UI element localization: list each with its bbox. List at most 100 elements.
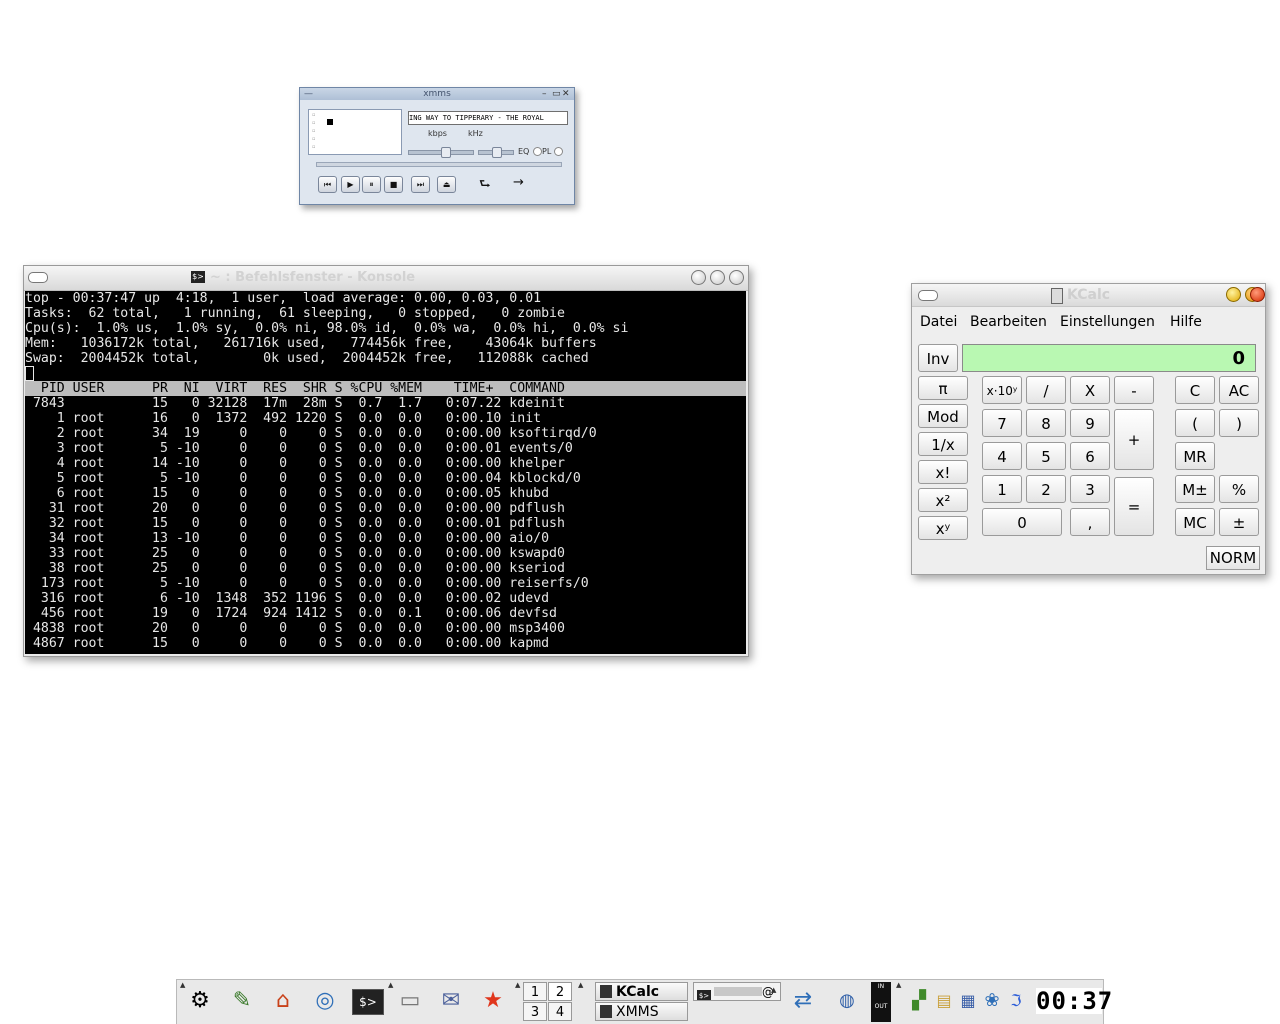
menu-datei[interactable]: Datei — [920, 314, 957, 330]
kcalc-close-button[interactable] — [1250, 287, 1265, 302]
window-menu-button[interactable] — [918, 290, 938, 301]
all-clear-button[interactable]: AC — [1219, 376, 1259, 404]
memory-recall-button[interactable]: MR — [1175, 442, 1215, 470]
four-button[interactable]: 4 — [982, 442, 1022, 470]
previous-button[interactable]: ⏮ — [318, 176, 337, 193]
eight-button[interactable]: 8 — [1026, 409, 1066, 437]
audio-level-icon[interactable]: IN OUT — [871, 982, 891, 1022]
visualizer[interactable]: ▫ ▫ ▫ ▫ ▫ — [308, 109, 402, 155]
panel-clock[interactable]: 00:37 — [1036, 988, 1112, 1014]
task-konsole[interactable]: $> @ — [693, 982, 781, 1001]
multiply-button[interactable]: X — [1070, 376, 1110, 404]
terminal-output[interactable]: top - 00:37:47 up 4:18, 1 user, load ave… — [25, 291, 746, 654]
pager-desktop-3[interactable]: 3 — [523, 1002, 547, 1021]
plus-button[interactable]: + — [1114, 409, 1154, 470]
konqueror-icon[interactable]: ◎ — [310, 986, 340, 1016]
panel-arrow-icon[interactable]: ▲ — [578, 981, 583, 989]
two-button[interactable]: 2 — [1026, 475, 1066, 503]
konsole-titlebar[interactable]: $> ~ : Befehlsfenster - Konsole — [24, 266, 748, 291]
menu-hilfe[interactable]: Hilfe — [1170, 314, 1202, 330]
panel-arrow-icon[interactable]: ▲ — [388, 981, 393, 989]
top-summary-line: top - 00:37:47 up 4:18, 1 user, load ave… — [25, 291, 542, 306]
pl-toggle[interactable] — [554, 147, 563, 156]
balance-knob[interactable] — [492, 147, 502, 158]
repeat-icon[interactable]: → — [513, 175, 524, 190]
close-button[interactable] — [729, 270, 744, 285]
kcalc-titlebar[interactable]: KCalc — [912, 284, 1265, 307]
konsole-window[interactable]: $> ~ : Befehlsfenster - Konsole top - 00… — [23, 265, 749, 657]
home-icon[interactable]: ⌂ — [268, 986, 298, 1016]
minimize-icon[interactable]: – — [542, 88, 547, 100]
tray-keyboard-icon[interactable]: ℑ — [1001, 986, 1031, 1016]
window-menu-button[interactable] — [28, 272, 48, 283]
pi-button[interactable]: π — [918, 376, 968, 400]
square-button[interactable]: x² — [918, 488, 968, 512]
play-button[interactable]: ▶ — [341, 176, 360, 193]
panel-arrow-icon[interactable]: ▲ — [896, 981, 901, 989]
mail-icon[interactable]: ✉ — [436, 986, 466, 1016]
divide-button[interactable]: / — [1026, 376, 1066, 404]
desktop-icon[interactable]: ✎ — [227, 986, 257, 1016]
equals-button[interactable]: = — [1114, 477, 1154, 536]
three-button[interactable]: 3 — [1070, 475, 1110, 503]
exp-button[interactable]: x·10ʸ — [982, 376, 1022, 404]
panel-arrow-icon[interactable]: ▲ — [515, 981, 520, 989]
seven-button[interactable]: 7 — [982, 409, 1022, 437]
song-title[interactable]: ING WAY TO TIPPERARY - THE ROYAL — [408, 111, 568, 125]
minimize-button[interactable] — [1226, 287, 1241, 302]
volume-knob[interactable] — [441, 147, 451, 158]
eq-toggle[interactable] — [533, 147, 542, 156]
percent-button[interactable]: % — [1219, 475, 1259, 503]
factorial-button[interactable]: x! — [918, 460, 968, 484]
kde-menu-icon[interactable]: ⚙ — [185, 986, 215, 1016]
konsole-icon[interactable]: $> — [352, 989, 384, 1015]
network-icon[interactable]: ⇄ — [788, 986, 818, 1016]
zero-button[interactable]: 0 — [982, 508, 1062, 536]
next-button[interactable]: ⏭ — [411, 176, 430, 193]
process-row: 1 root 16 0 1372 492 1220 S 0.0 0.0 0:00… — [25, 411, 542, 426]
reciprocal-button[interactable]: 1/x — [918, 432, 968, 456]
inv-button[interactable]: Inv — [918, 344, 958, 372]
clear-button[interactable]: C — [1175, 376, 1215, 404]
power-button[interactable]: xʸ — [918, 516, 968, 540]
volume-slider[interactable] — [408, 147, 474, 158]
five-button[interactable]: 5 — [1026, 442, 1066, 470]
eject-button[interactable]: ⏏ — [437, 176, 456, 193]
process-row: 3 root 5 -10 0 0 0 S 0.0 0.0 0:00.01 eve… — [25, 441, 573, 456]
memory-clear-button[interactable]: MC — [1175, 508, 1215, 536]
comma-button[interactable]: , — [1070, 508, 1110, 536]
stop-button[interactable]: ■ — [384, 176, 403, 193]
xmms-window[interactable]: — xmms – ▭ ✕ ▫ ▫ ▫ ▫ ▫ ING WAY TO TIPPER… — [299, 87, 575, 205]
close-icon[interactable]: ✕ — [562, 88, 570, 100]
minus-button[interactable]: - — [1114, 376, 1154, 404]
position-slider[interactable] — [316, 162, 562, 167]
pager-desktop-1[interactable]: 1 — [523, 982, 547, 1001]
pager-desktop-4[interactable]: 4 — [548, 1002, 572, 1021]
pause-button[interactable]: ⏸ — [362, 176, 381, 193]
kcalc-window[interactable]: KCalc Datei Bearbeiten Einstellungen Hil… — [911, 283, 1266, 575]
shade-icon[interactable]: ▭ — [552, 88, 561, 100]
menu-bearbeiten[interactable]: Bearbeiten — [970, 314, 1047, 330]
task-xmms[interactable]: XMMS — [595, 1002, 688, 1021]
task-kcalc[interactable]: KCalc — [595, 982, 688, 1001]
mod-button[interactable]: Mod — [918, 404, 968, 428]
left-paren-button[interactable]: ( — [1175, 409, 1215, 437]
memory-plus-minus-button[interactable]: M± — [1175, 475, 1215, 503]
maximize-button[interactable] — [710, 270, 725, 285]
drive-icon[interactable]: ▭ — [395, 986, 425, 1016]
process-row: 2 root 34 19 0 0 0 S 0.0 0.0 0:00.00 kso… — [25, 426, 597, 441]
balance-slider[interactable] — [478, 147, 514, 158]
nine-button[interactable]: 9 — [1070, 409, 1110, 437]
favorites-star-icon[interactable]: ★ — [478, 986, 508, 1016]
shuffle-icon[interactable]: ⮑ — [479, 175, 491, 197]
minimize-button[interactable] — [691, 270, 706, 285]
one-button[interactable]: 1 — [982, 475, 1022, 503]
six-button[interactable]: 6 — [1070, 442, 1110, 470]
task-scroll-arrow-icon[interactable]: ▲ — [771, 986, 776, 994]
sign-button[interactable]: ± — [1219, 508, 1259, 536]
xmms-titlebar[interactable]: — xmms – ▭ ✕ — [300, 88, 574, 100]
kde-update-icon[interactable]: ◍ — [832, 986, 862, 1016]
right-paren-button[interactable]: ) — [1219, 409, 1259, 437]
pager-desktop-2[interactable]: 2 — [548, 982, 572, 1001]
menu-einstellungen[interactable]: Einstellungen — [1060, 314, 1155, 330]
